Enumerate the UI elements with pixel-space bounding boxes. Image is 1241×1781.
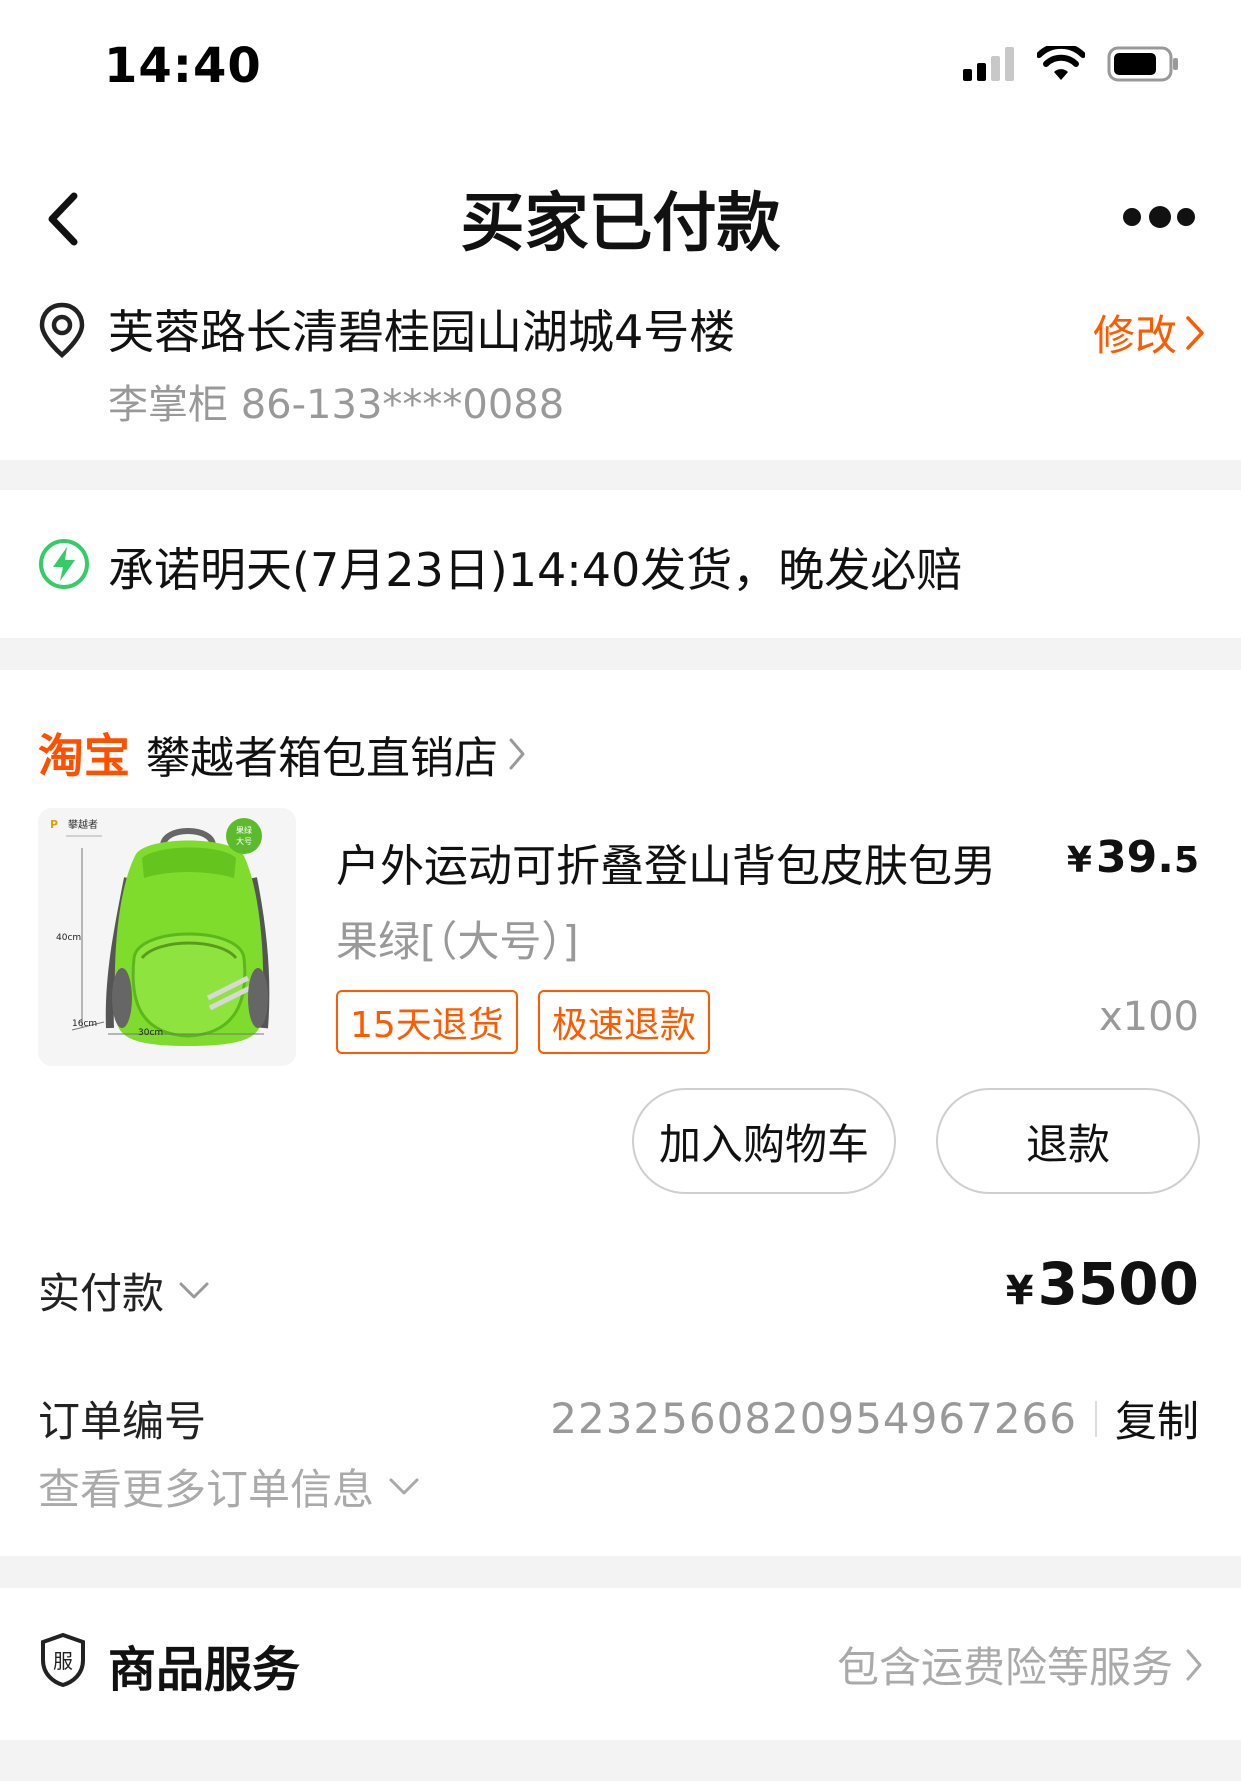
dimension-label: 40cm (56, 933, 81, 943)
more-order-info-row: 查看更多订单信息 (0, 1456, 1241, 1526)
battery-icon (1107, 46, 1178, 82)
section-divider (0, 1740, 1241, 1781)
product-image[interactable]: P 攀越者 果绿 大号 40cm 16cm 30cm (38, 808, 296, 1066)
section-divider (0, 1556, 1241, 1588)
payment-label: 实付款 (38, 1269, 165, 1318)
more-order-info-label: 查看更多订单信息 (38, 1465, 375, 1514)
nav-bar: 买家已付款 (0, 150, 1241, 270)
service-title: 商品服务 (108, 1642, 301, 1698)
taobao-logo: 淘宝 (38, 729, 130, 783)
currency-symbol: ¥ (1005, 1268, 1034, 1314)
service-link-label: 包含运费险等服务 (836, 1643, 1173, 1692)
shop-header[interactable]: 淘宝 攀越者箱包直销店 (0, 670, 1241, 784)
chevron-right-icon (1186, 1649, 1202, 1680)
modify-label: 修改 (1092, 311, 1177, 360)
product-quantity: x100 (1098, 994, 1199, 1040)
page-title: 买家已付款 (460, 187, 781, 261)
more-order-info-toggle[interactable]: 查看更多订单信息 (38, 1456, 420, 1517)
return-tag: 15天退货 (336, 990, 518, 1054)
payment-row: 实付款 ¥3500 (0, 1250, 1241, 1330)
badge-text: 大号 (236, 836, 252, 846)
shipping-promise: 承诺明天(7月23日)14:40发货，晚发必赔 (0, 490, 1241, 638)
shop-name: 攀越者箱包直销店 (146, 733, 498, 784)
status-time: 14:40 (104, 38, 262, 94)
more-dot-icon (1149, 206, 1171, 228)
location-pin-icon (39, 302, 85, 358)
address-line: 芙蓉路长清碧桂园山湖城4号楼 (108, 305, 736, 359)
chevron-right-icon (509, 738, 525, 770)
backpack-image: P 攀越者 果绿 大号 40cm 16cm 30cm (38, 808, 296, 1066)
more-dot-icon (1177, 208, 1195, 226)
chevron-down-icon (389, 1478, 419, 1494)
lightning-bolt-icon (39, 539, 89, 589)
order-number: 2232560820954967266 复制 (550, 1388, 1199, 1449)
chevron-down-icon (179, 1282, 209, 1298)
copy-button[interactable]: 复制 (1115, 1388, 1199, 1449)
price-decimal: 5 (1173, 840, 1199, 881)
refund-button[interactable]: 退款 (936, 1088, 1200, 1194)
section-divider (0, 638, 1241, 670)
dimension-label: 16cm (72, 1019, 97, 1029)
status-icons (963, 46, 1179, 82)
product-item[interactable]: P 攀越者 果绿 大号 40cm 16cm 30cm 户外运动可折叠登山背包皮肤… (0, 808, 1241, 1078)
currency-symbol: ¥ (1066, 840, 1092, 881)
svg-text:P: P (50, 818, 58, 831)
payment-toggle[interactable]: 实付款 (38, 1260, 210, 1321)
item-actions: 加入购物车 退款 (0, 1088, 1241, 1198)
brand-mark: 攀越者 (68, 818, 98, 831)
badge-text: 果绿 (236, 826, 252, 835)
add-to-cart-button[interactable]: 加入购物车 (632, 1088, 896, 1194)
order-number-row: 订单编号 2232560820954967266 复制 (0, 1380, 1241, 1450)
shop-name-link[interactable]: 攀越者箱包直销店 (146, 722, 526, 786)
wifi-icon (1037, 46, 1085, 80)
divider (1094, 1400, 1097, 1437)
paid-amount: ¥3500 (1006, 1250, 1199, 1318)
order-number-value: 2232560820954967266 (550, 1394, 1077, 1443)
service-icon-char: 服 (53, 1649, 73, 1673)
service-shield-icon: 服 (41, 1632, 85, 1688)
dimension-label: 30cm (138, 1028, 163, 1038)
product-tags: 15天退货 极速退款 (336, 990, 710, 1054)
more-dot-icon (1123, 208, 1141, 226)
more-button[interactable] (1123, 206, 1195, 230)
product-title: 户外运动可折叠登山背包皮肤包男 (336, 841, 996, 892)
product-service[interactable]: 服 商品服务 包含运费险等服务 (0, 1590, 1241, 1730)
order-number-label: 订单编号 (38, 1397, 207, 1446)
service-details-link[interactable]: 包含运费险等服务 (837, 1634, 1203, 1695)
price-integer: 39. (1095, 832, 1174, 883)
section-divider (0, 460, 1241, 490)
paid-amount-value: 3500 (1037, 1250, 1199, 1318)
cellular-signal-icon (963, 47, 1014, 81)
shipping-address[interactable]: 芙蓉路长清碧桂园山湖城4号楼 李掌柜 86-133****0088 修改 (0, 290, 1241, 460)
status-bar: 14:40 (0, 0, 1241, 130)
chevron-right-icon (1186, 315, 1204, 350)
fast-refund-tag: 极速退款 (537, 990, 710, 1054)
product-price: ¥39.5 (1067, 832, 1199, 883)
promise-text: 承诺明天(7月23日)14:40发货，晚发必赔 (108, 543, 963, 597)
address-contact: 李掌柜 86-133****0088 (108, 382, 565, 428)
modify-address-button[interactable]: 修改 (1093, 302, 1205, 363)
product-spec: 果绿[（大号）] (336, 917, 579, 966)
